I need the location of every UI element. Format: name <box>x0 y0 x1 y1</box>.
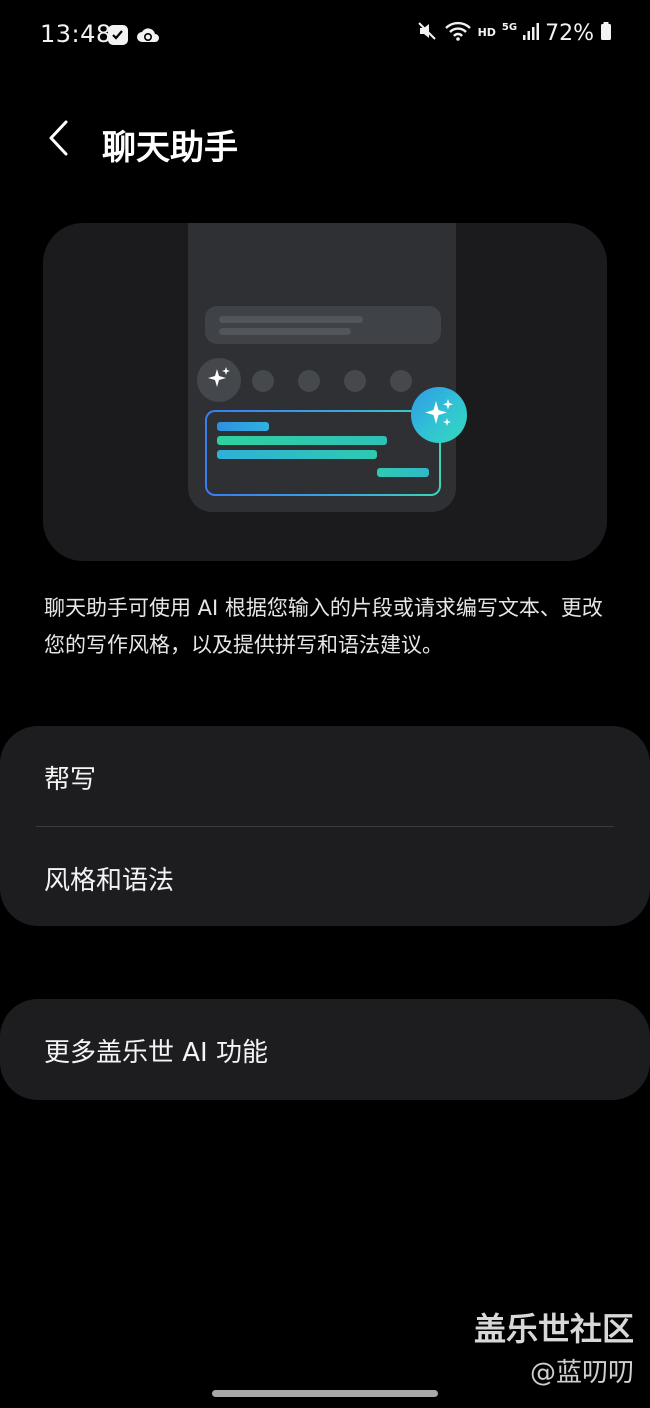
toolbar-dot <box>252 370 274 392</box>
bubble-text-line <box>219 328 351 335</box>
mute-icon <box>416 20 438 46</box>
text-line <box>377 468 429 477</box>
signal-bars-icon <box>523 20 540 46</box>
generated-text-box <box>205 410 441 496</box>
more-galaxy-ai-row[interactable]: 更多盖乐世 AI 功能 <box>0 999 650 1099</box>
status-right-icons: HD 5G 72% <box>416 20 612 46</box>
settings-group-more: 更多盖乐世 AI 功能 <box>0 999 650 1100</box>
style-and-grammar-row[interactable]: 风格和语法 <box>0 827 650 927</box>
writing-assist-label: 帮写 <box>44 765 97 795</box>
battery-icon <box>600 20 612 46</box>
wifi-icon <box>444 20 472 46</box>
network-type-label: 5G <box>501 21 518 33</box>
battery-percent: 72% <box>545 20 594 46</box>
watermark-author: @蓝叨叨 <box>529 1358 634 1388</box>
back-button[interactable] <box>36 118 80 162</box>
cloud-sync-icon <box>135 24 161 50</box>
text-line <box>217 422 269 431</box>
notification-icons <box>107 24 161 50</box>
chevron-left-icon <box>46 119 70 161</box>
status-time: 13:48 <box>40 20 112 48</box>
sparkle-icon <box>422 396 456 434</box>
hd-label: HD <box>477 25 496 39</box>
toolbar-dot <box>298 370 320 392</box>
message-bubble <box>205 306 441 344</box>
toolbar-dot <box>390 370 412 392</box>
feature-description: 聊天助手可使用 AI 根据您输入的片段或请求编写文本、更改您的写作风格，以及提供… <box>44 596 603 657</box>
home-indicator[interactable] <box>212 1390 438 1397</box>
phone-mockup <box>188 223 456 512</box>
writing-assist-row[interactable]: 帮写 <box>0 726 650 826</box>
style-and-grammar-label: 风格和语法 <box>44 866 175 896</box>
feature-illustration <box>43 223 607 561</box>
sparkle-icon <box>206 365 232 395</box>
text-line <box>217 436 387 445</box>
header: 聊天助手 <box>0 100 650 184</box>
more-galaxy-ai-label: 更多盖乐世 AI 功能 <box>44 1038 268 1068</box>
settings-group-writing: 帮写 风格和语法 <box>0 726 650 926</box>
chat-assistant-screen: 13:48 HD 5G 72% 聊天助手 聊天助手可使用 AI 根据您输入的片段… <box>0 0 650 1408</box>
bubble-text-line <box>219 316 363 323</box>
watermark-title: 盖乐世社区 <box>473 1310 634 1348</box>
ai-toolbar-button <box>197 358 241 402</box>
checklist-icon <box>107 24 129 50</box>
toolbar-dot <box>344 370 366 392</box>
ai-sparkle-badge <box>411 387 467 443</box>
status-bar: 13:48 HD 5G 72% <box>0 0 650 72</box>
text-line <box>217 450 377 459</box>
page-title: 聊天助手 <box>102 128 238 168</box>
